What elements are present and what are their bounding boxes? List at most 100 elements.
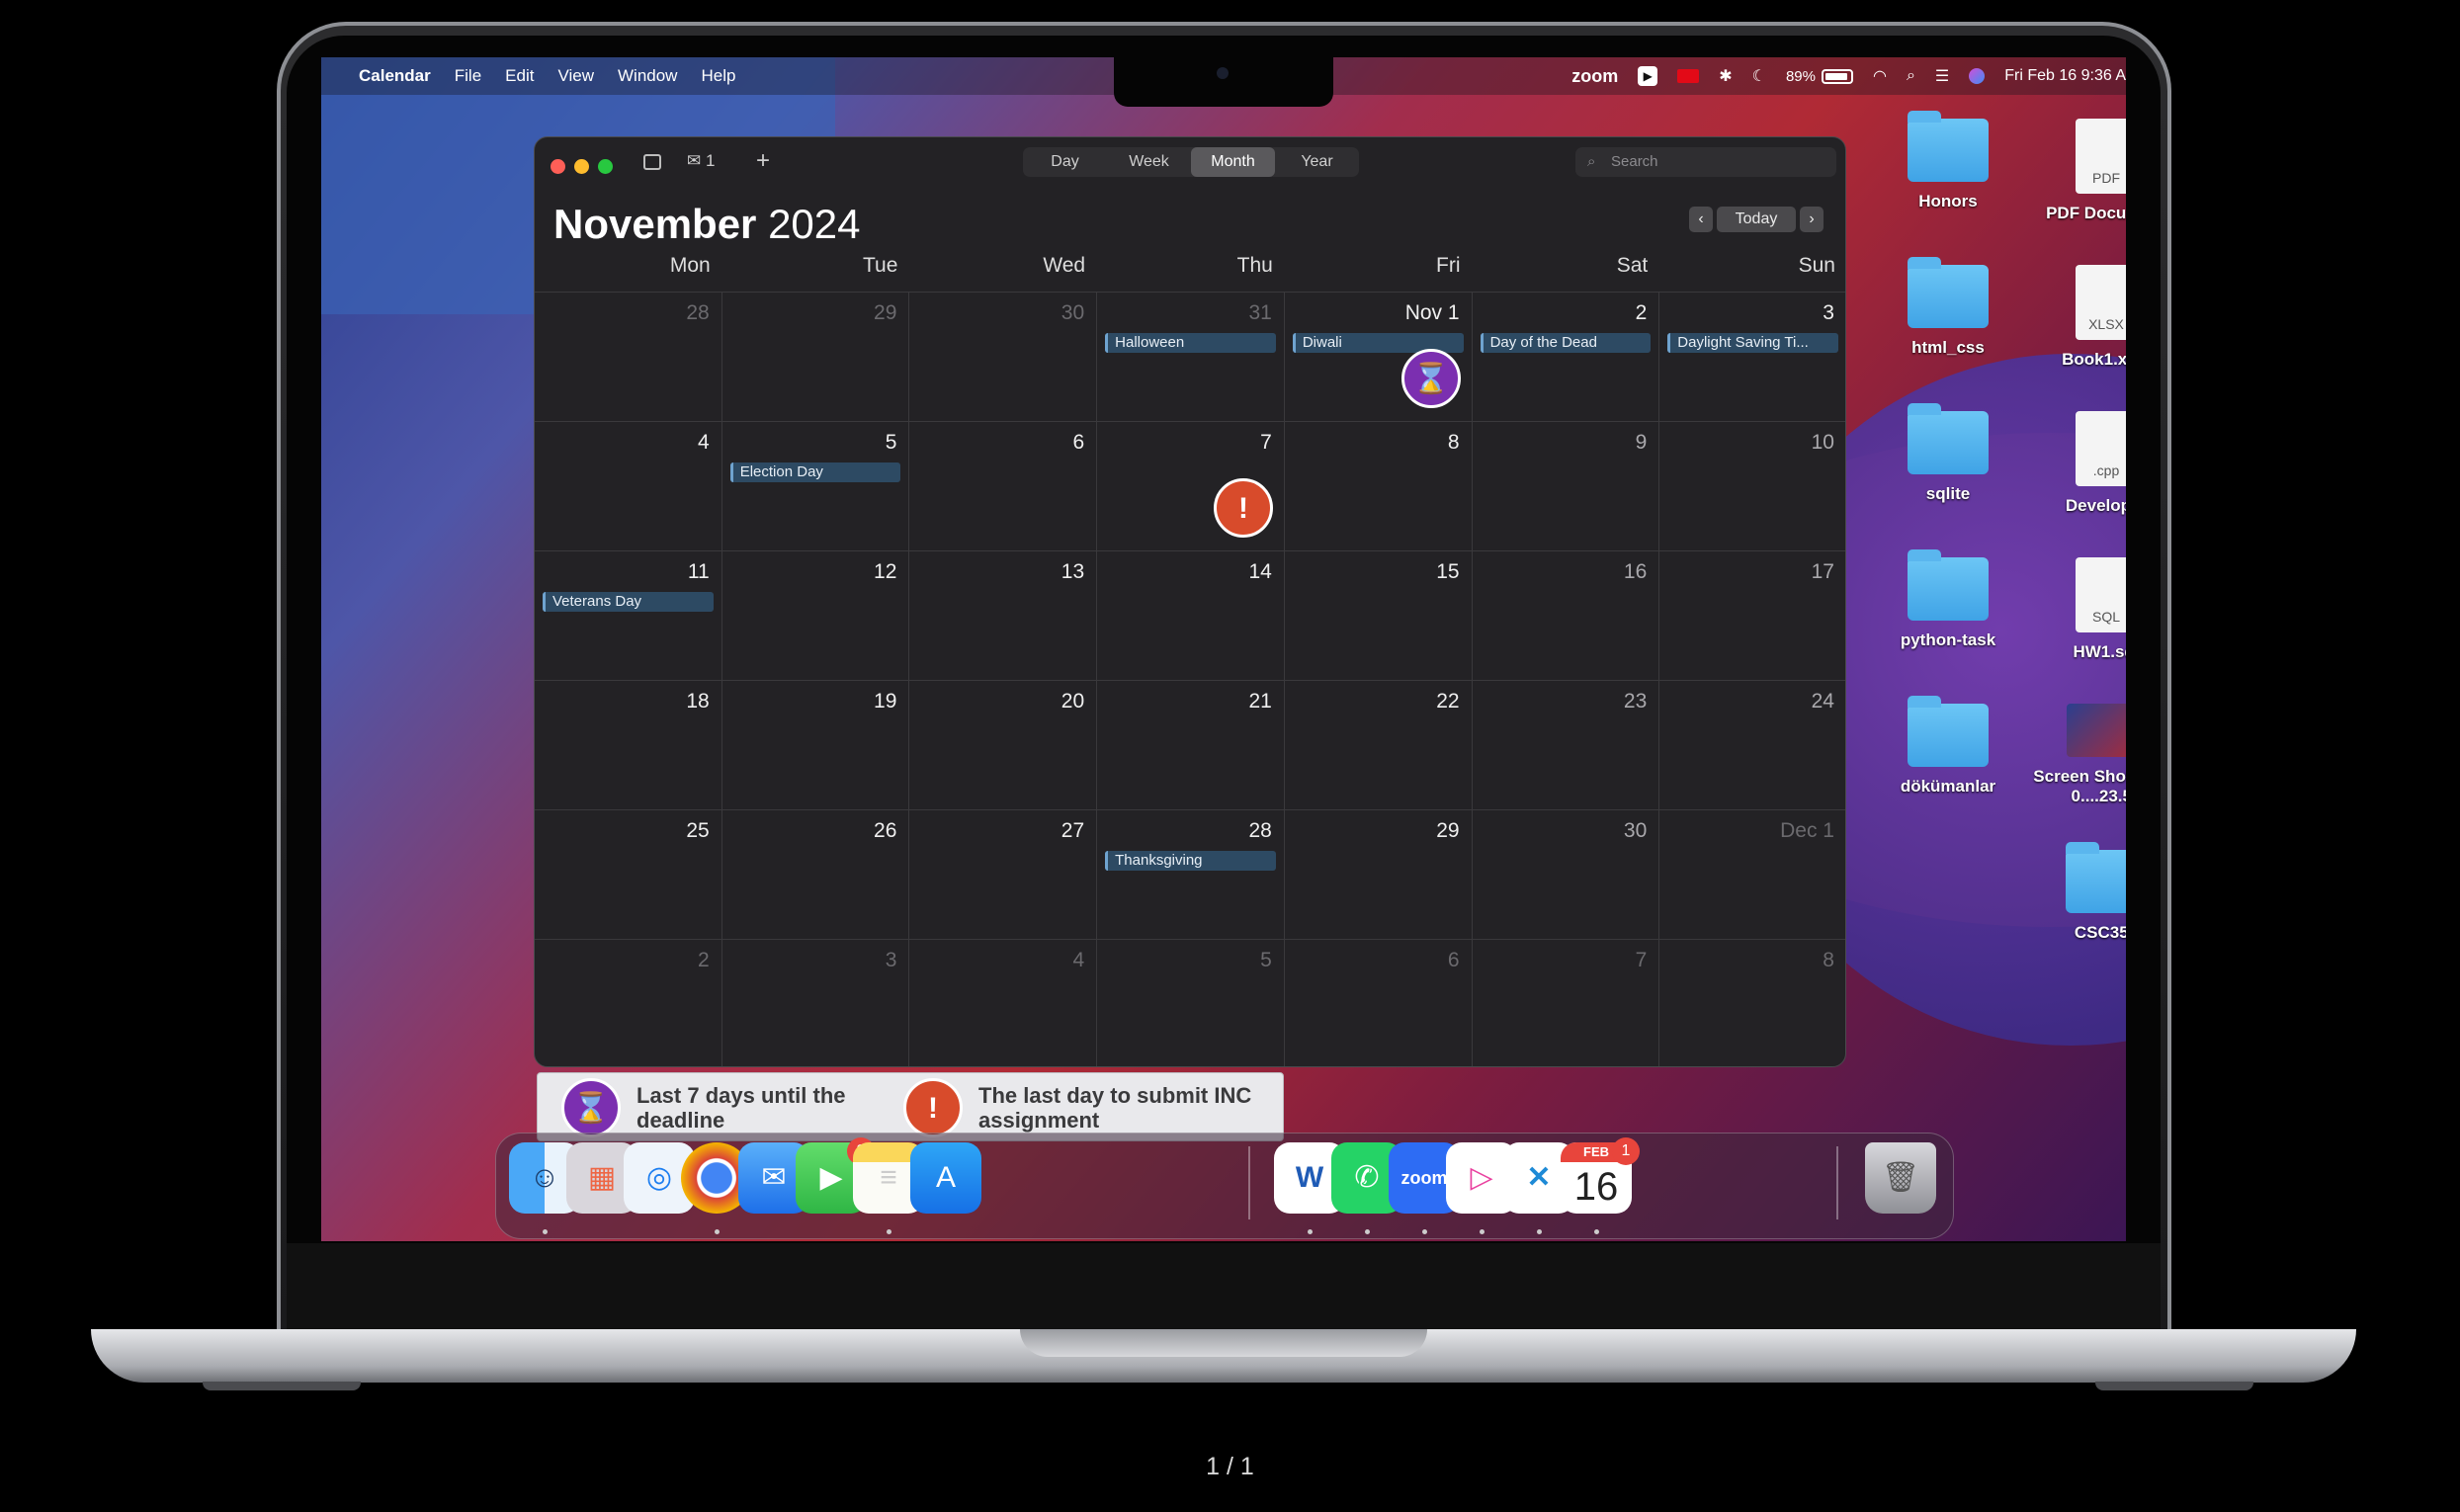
day-cell[interactable]: 4 bbox=[909, 940, 1098, 1066]
day-cell[interactable]: 8 bbox=[1284, 422, 1473, 551]
app-store-icon[interactable]: A bbox=[910, 1142, 981, 1214]
day-cell[interactable]: 3 Daylight Saving Ti... bbox=[1659, 293, 1845, 422]
day-cell[interactable]: 8 bbox=[1659, 940, 1845, 1066]
desktop-item[interactable]: CSC350 bbox=[2022, 842, 2126, 943]
trash-icon[interactable]: 🗑 bbox=[1865, 1142, 1936, 1214]
day-cell[interactable]: 5 Election Day bbox=[721, 422, 910, 551]
exclamation-icon[interactable]: ! bbox=[1214, 478, 1273, 538]
moon-icon[interactable]: ☾ bbox=[1752, 66, 1766, 86]
desktop-item[interactable]: SQL HW1.sql bbox=[2022, 557, 2126, 662]
day-cell[interactable]: 10 bbox=[1659, 422, 1845, 551]
day-cell[interactable]: 2 Day of the Dead bbox=[1472, 293, 1660, 422]
day-number: 29 bbox=[1436, 819, 1460, 842]
desktop-item-label: Book1.xlsx bbox=[2062, 350, 2126, 369]
desktop-item[interactable]: dökümanlar bbox=[1864, 696, 2032, 797]
month-title: November 2024 bbox=[553, 201, 861, 248]
calendar-event[interactable]: Daylight Saving Ti... bbox=[1667, 333, 1838, 353]
battery-icon[interactable] bbox=[1821, 68, 1853, 84]
wifi-icon[interactable]: ◠ bbox=[1873, 66, 1887, 86]
close-button[interactable] bbox=[551, 159, 565, 174]
bluetooth-icon[interactable]: ✱ bbox=[1719, 66, 1732, 86]
document-icon: SQL bbox=[2076, 557, 2126, 632]
day-cell[interactable]: 17 bbox=[1659, 551, 1845, 681]
day-cell[interactable]: 3 bbox=[722, 940, 910, 1066]
day-cell[interactable]: 28 Thanksgiving bbox=[1097, 810, 1285, 940]
menu-view[interactable]: View bbox=[557, 66, 594, 86]
inbox-button[interactable]: ✉ 1 bbox=[687, 151, 715, 171]
day-cell[interactable]: 22 bbox=[1284, 681, 1473, 810]
day-cell[interactable]: 21 bbox=[1097, 681, 1285, 810]
day-cell[interactable]: 25 bbox=[535, 810, 722, 940]
next-month-button[interactable]: › bbox=[1800, 207, 1824, 232]
calendar-event[interactable]: Halloween bbox=[1105, 333, 1276, 353]
flag-icon[interactable] bbox=[1677, 69, 1700, 83]
calendar-event[interactable]: Election Day bbox=[729, 462, 901, 482]
desktop-item[interactable]: python-task bbox=[1864, 549, 2032, 650]
desktop-item[interactable]: html_css bbox=[1864, 257, 2032, 358]
desktop-item-label: python-task bbox=[1900, 630, 1996, 649]
tab-year[interactable]: Year bbox=[1275, 147, 1359, 177]
day-cell[interactable]: 30 bbox=[909, 293, 1098, 422]
menu-window[interactable]: Window bbox=[618, 66, 677, 86]
desktop-item[interactable]: sqlite bbox=[1864, 403, 2032, 504]
day-cell[interactable]: 19 bbox=[721, 681, 910, 810]
day-cell[interactable]: 28 bbox=[535, 293, 722, 422]
search-input[interactable]: ⌕ Search bbox=[1575, 147, 1836, 177]
day-cell[interactable]: 7 bbox=[1473, 940, 1660, 1066]
tab-month[interactable]: Month bbox=[1191, 147, 1275, 177]
day-cell[interactable]: 5 bbox=[1097, 940, 1285, 1066]
play-icon[interactable]: ▶ bbox=[1638, 66, 1658, 86]
day-cell[interactable]: 15 bbox=[1284, 551, 1473, 681]
day-cell[interactable]: Dec 1 bbox=[1659, 810, 1845, 940]
desktop-item[interactable]: PDF PDF Document bbox=[2022, 119, 2126, 223]
folder-icon bbox=[1908, 549, 1989, 621]
day-cell[interactable]: 18 bbox=[535, 681, 722, 810]
siri-icon[interactable] bbox=[1969, 68, 1986, 84]
calendar-event[interactable]: Veterans Day bbox=[543, 592, 714, 612]
menu-help[interactable]: Help bbox=[701, 66, 735, 86]
day-cell[interactable]: 6 bbox=[1285, 940, 1473, 1066]
menu-edit[interactable]: Edit bbox=[505, 66, 534, 86]
desktop-item[interactable]: .cpp Developer bbox=[2022, 411, 2126, 516]
today-button[interactable]: Today bbox=[1717, 207, 1796, 232]
zoom-status[interactable]: zoom bbox=[1571, 66, 1618, 87]
day-cell[interactable]: 2 bbox=[535, 940, 722, 1066]
menu-file[interactable]: File bbox=[455, 66, 481, 86]
search-icon[interactable]: ⌕ bbox=[1907, 67, 1915, 85]
desktop-item[interactable]: Screen Shot 2024-0....23.51 bbox=[2022, 704, 2126, 806]
desktop-item[interactable]: Honors bbox=[1864, 111, 2032, 211]
day-cell[interactable]: 20 bbox=[909, 681, 1098, 810]
control-center-icon[interactable]: ☰ bbox=[1935, 66, 1949, 86]
previous-month-button[interactable]: ‹ bbox=[1689, 207, 1713, 232]
calendar-event[interactable]: Day of the Dead bbox=[1480, 333, 1652, 353]
day-cell[interactable]: 24 bbox=[1659, 681, 1845, 810]
day-cell[interactable]: 11 Veterans Day bbox=[535, 551, 722, 681]
tab-week[interactable]: Week bbox=[1107, 147, 1191, 177]
day-cell[interactable]: 29 bbox=[1284, 810, 1473, 940]
day-cell[interactable]: 30 bbox=[1472, 810, 1660, 940]
day-cell[interactable]: 31 Halloween bbox=[1097, 293, 1285, 422]
desktop-item[interactable]: XLSX Book1.xlsx bbox=[2022, 265, 2126, 370]
day-number: 23 bbox=[1623, 690, 1648, 713]
day-cell[interactable]: 27 bbox=[909, 810, 1098, 940]
day-number: 8 bbox=[1823, 949, 1834, 971]
menubar-clock[interactable]: Fri Feb 16 9:36 A bbox=[2004, 67, 2126, 85]
hourglass-icon[interactable]: ⌛ bbox=[1401, 349, 1461, 408]
menu-app-name[interactable]: Calendar bbox=[359, 66, 431, 86]
day-cell[interactable]: 29 bbox=[721, 293, 910, 422]
day-cell[interactable]: 26 bbox=[721, 810, 910, 940]
day-cell[interactable]: 9 bbox=[1472, 422, 1660, 551]
day-cell[interactable]: 6 bbox=[909, 422, 1098, 551]
calendar-event[interactable]: Thanksgiving bbox=[1105, 851, 1276, 871]
day-cell[interactable]: 12 bbox=[721, 551, 910, 681]
zoom-button[interactable] bbox=[598, 159, 613, 174]
day-cell[interactable]: 14 bbox=[1097, 551, 1285, 681]
day-cell[interactable]: 13 bbox=[909, 551, 1098, 681]
tab-day[interactable]: Day bbox=[1023, 147, 1107, 177]
day-cell[interactable]: 23 bbox=[1472, 681, 1660, 810]
day-cell[interactable]: 16 bbox=[1472, 551, 1660, 681]
add-event-button[interactable]: + bbox=[756, 147, 770, 175]
day-cell[interactable]: 4 bbox=[535, 422, 722, 551]
minimize-button[interactable] bbox=[574, 159, 589, 174]
calendars-list-icon[interactable] bbox=[643, 154, 661, 170]
